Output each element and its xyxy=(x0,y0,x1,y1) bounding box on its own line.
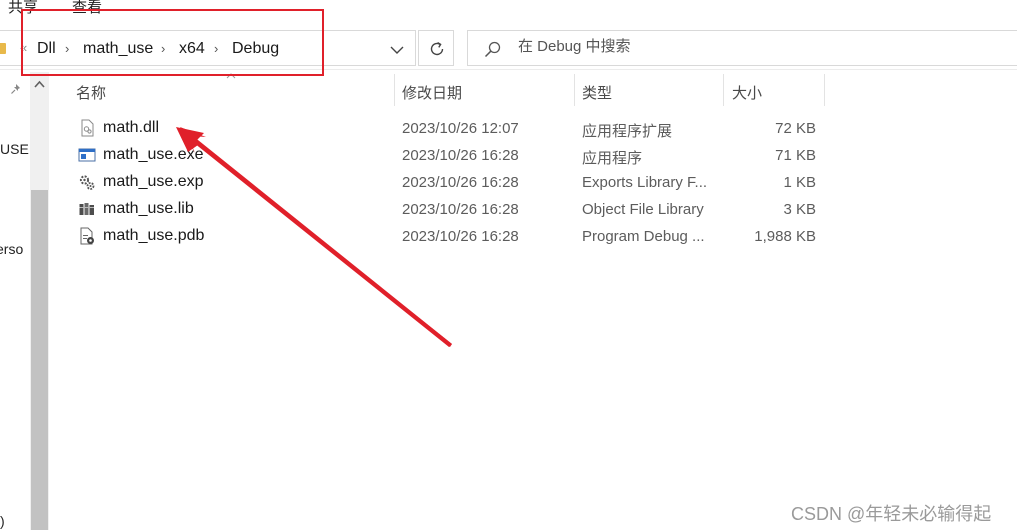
annotation-arrow xyxy=(176,127,452,347)
watermark-text: CSDN @年轻未必输得起 xyxy=(791,504,992,524)
